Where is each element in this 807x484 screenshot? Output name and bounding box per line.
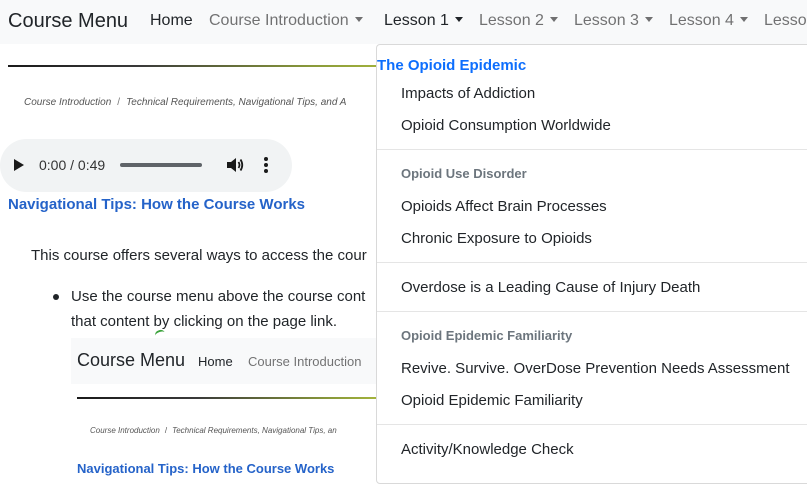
thumbnail-breadcrumb-item: Technical Requirements, Navigational Tip… [172, 426, 337, 435]
caret-down-icon [739, 17, 748, 22]
dropdown-item[interactable]: Opioids Affect Brain Processes [401, 198, 607, 215]
bullet-text-line: that content by clicking on the page lin… [71, 313, 338, 330]
audio-time: 0:00 / 0:49 [39, 157, 106, 173]
audio-progress-slider[interactable] [120, 163, 202, 167]
caret-down-icon [549, 17, 558, 22]
navbar: Course Menu Home Course Introduction Les… [0, 0, 807, 44]
nav-lesson-2-label: Lesson 2 [479, 12, 544, 29]
thumbnail-course-introduction: Course Introduction [248, 354, 362, 369]
play-icon[interactable] [14, 159, 24, 171]
dropdown-item[interactable]: Opioid Consumption Worldwide [401, 117, 611, 134]
navigation-screenshot-image: Course Menu Home Course Introduction Cou… [71, 338, 377, 478]
nav-lesson-5-label: Lesson [764, 12, 807, 29]
navbar-brand[interactable]: Course Menu [8, 10, 128, 33]
lesson-1-dropdown-menu: The Opioid Epidemic Impacts of Addiction… [376, 44, 807, 484]
thumbnail-title: Navigational Tips: How the Course Works [77, 461, 335, 476]
nav-course-introduction[interactable]: Course Introduction [209, 12, 363, 30]
nav-lesson-5[interactable]: Lesson [764, 12, 807, 30]
dropdown-header-link[interactable]: The Opioid Epidemic [377, 57, 526, 74]
thumbnail-breadcrumb-separator: / [164, 426, 168, 435]
intro-paragraph: This course offers several ways to acces… [31, 247, 367, 264]
dropdown-item[interactable]: Opioid Epidemic Familiarity [401, 392, 583, 409]
nav-lesson-3-label: Lesson 3 [574, 12, 639, 29]
dropdown-divider [377, 262, 807, 263]
nav-home-label: Home [150, 12, 193, 29]
dropdown-item[interactable]: Impacts of Addiction [401, 85, 535, 102]
nav-lesson-4-label: Lesson 4 [669, 12, 734, 29]
thumbnail-breadcrumb-item: Course Introduction [90, 426, 160, 435]
caret-down-icon [354, 17, 363, 22]
nav-course-introduction-label: Course Introduction [209, 12, 349, 29]
dropdown-item[interactable]: Activity/Knowledge Check [401, 441, 574, 458]
dropdown-item[interactable]: Revive. Survive. OverDose Prevention Nee… [401, 360, 790, 377]
dropdown-group-header: Opioid Use Disorder [401, 166, 527, 181]
bullet-icon [53, 294, 59, 300]
dropdown-item[interactable]: Chronic Exposure to Opioids [401, 230, 592, 247]
dropdown-group-header: Opioid Epidemic Familiarity [401, 328, 573, 343]
more-options-icon[interactable] [263, 156, 269, 174]
nav-lesson-4[interactable]: Lesson 4 [669, 12, 748, 30]
thumbnail-divider [77, 397, 377, 399]
nav-lesson-3[interactable]: Lesson 3 [574, 12, 653, 30]
caret-down-icon [454, 17, 463, 22]
dropdown-item[interactable]: Overdose is a Leading Cause of Injury De… [401, 279, 700, 296]
nav-lesson-2[interactable]: Lesson 2 [479, 12, 558, 30]
bullet-text-line: Use the course menu above the course con… [71, 288, 366, 305]
thumbnail-breadcrumb: Course Introduction / Technical Requiremen… [90, 426, 337, 435]
breadcrumb-separator: / [117, 97, 121, 108]
section-title: Navigational Tips: How the Course Works [8, 196, 305, 213]
nav-lesson-1-label: Lesson 1 [384, 12, 449, 29]
thumbnail-home: Home [198, 354, 233, 369]
dropdown-divider [377, 424, 807, 425]
audio-player: 0:00 / 0:49 [0, 139, 292, 192]
caret-down-icon [644, 17, 653, 22]
thumbnail-brand: Course Menu [77, 350, 186, 370]
nav-home[interactable]: Home [150, 12, 193, 30]
breadcrumb-item: Technical Requirements, Navigational Tip… [126, 97, 347, 108]
dropdown-divider [377, 311, 807, 312]
header-divider [8, 65, 388, 67]
dropdown-divider [377, 149, 807, 150]
nav-lesson-1[interactable]: Lesson 1 [384, 12, 463, 30]
breadcrumb-item[interactable]: Course Introduction [24, 97, 111, 108]
breadcrumb: Course Introduction / Technical Requiremen… [24, 97, 378, 108]
volume-icon[interactable] [225, 156, 245, 174]
